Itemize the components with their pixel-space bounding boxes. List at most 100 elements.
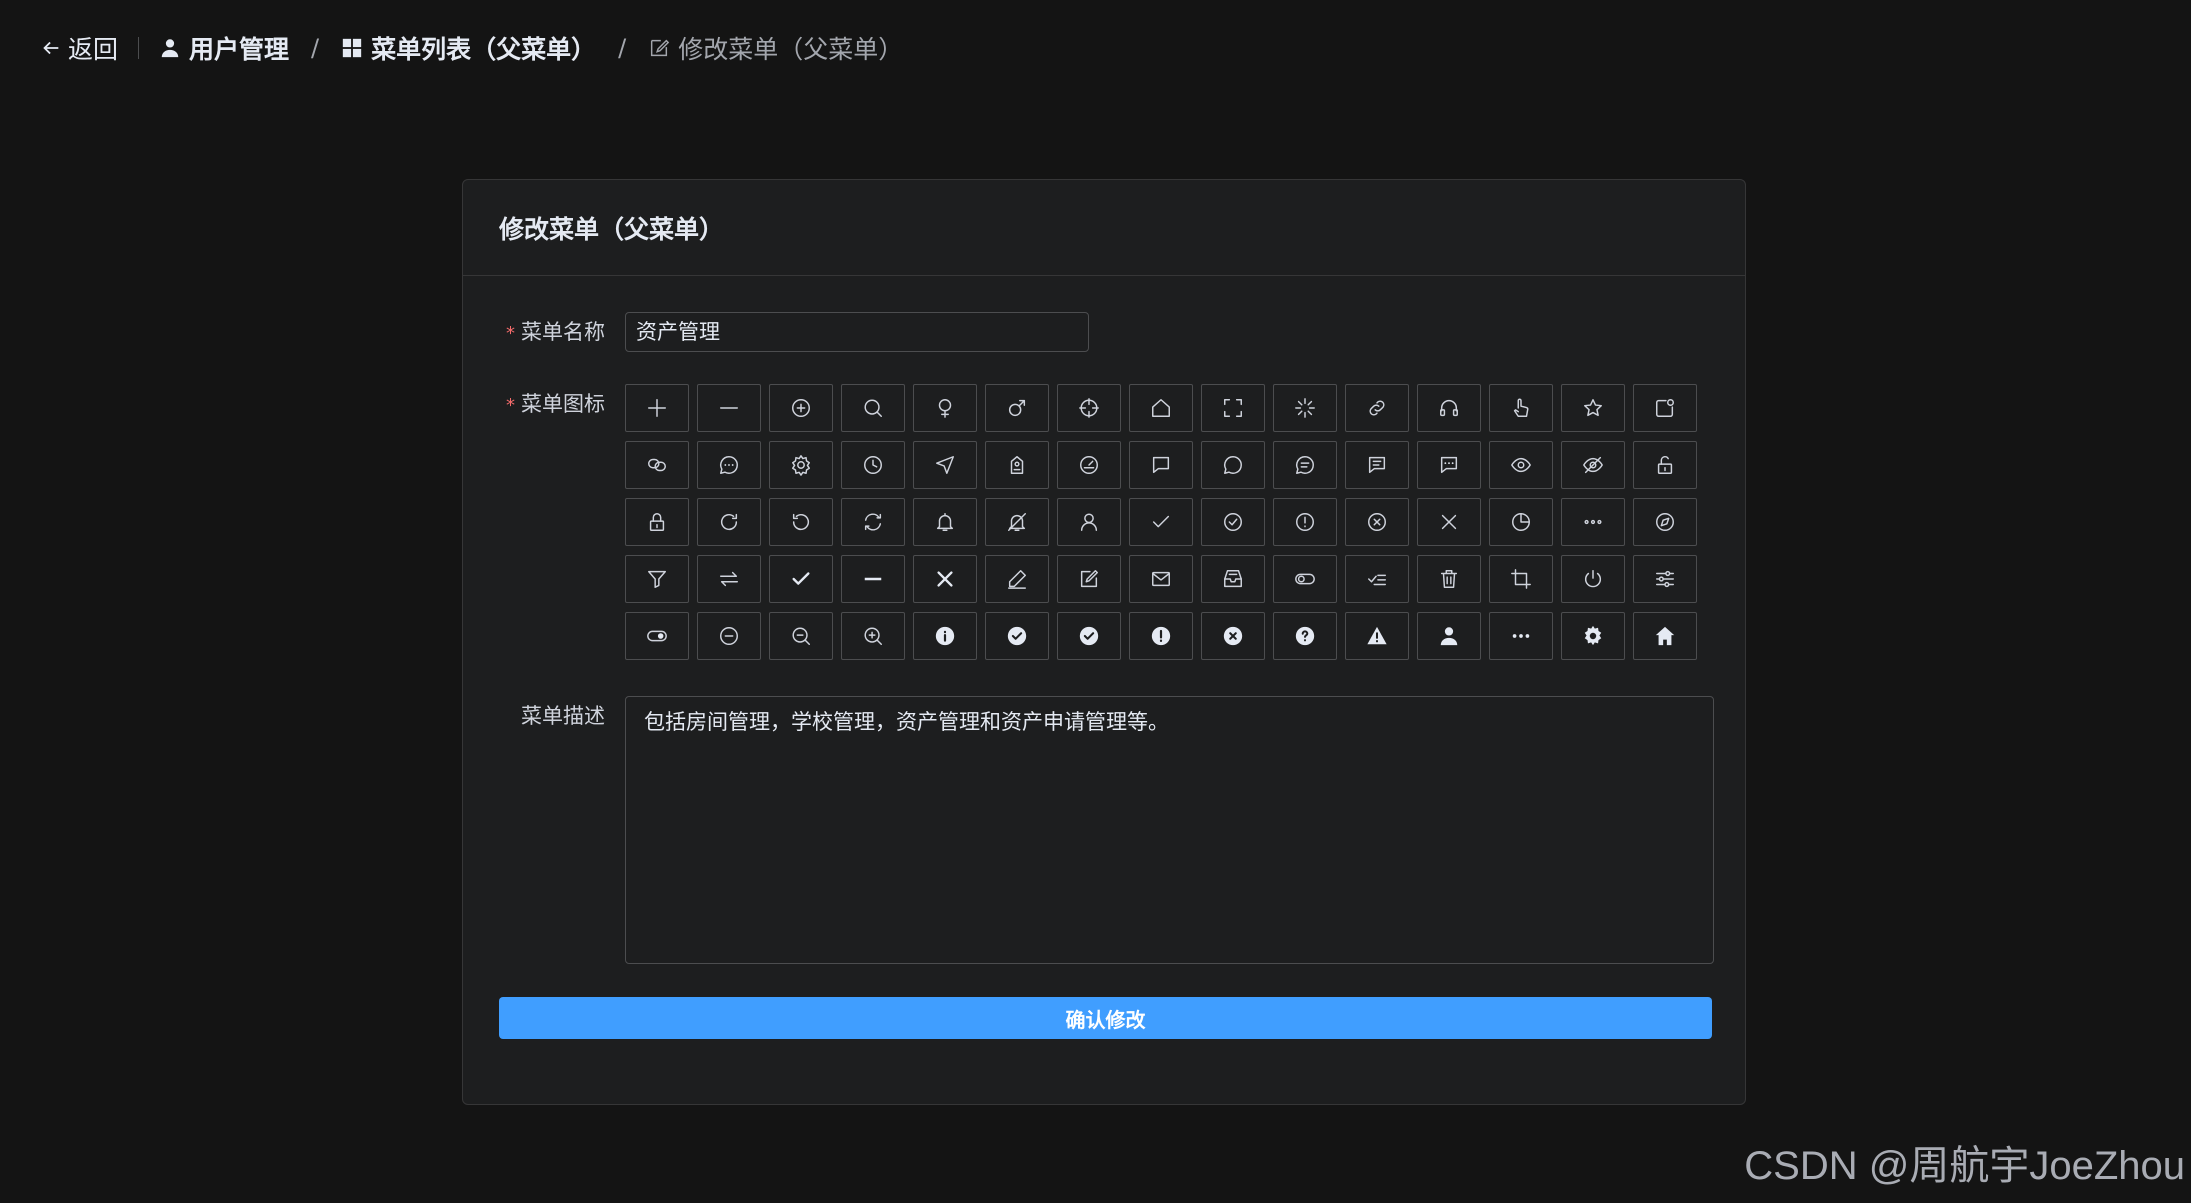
icon-option-zoom-in[interactable]	[841, 612, 905, 660]
odometer-icon	[1080, 456, 1098, 474]
icon-option-switch-button[interactable]	[1561, 555, 1625, 603]
icon-option-warn-triangle-filled[interactable]	[1345, 612, 1409, 660]
icon-option-male[interactable]	[985, 384, 1049, 432]
icon-option-circle-close-filled[interactable]	[1201, 612, 1265, 660]
icon-option-delete[interactable]	[1417, 555, 1481, 603]
icon-option-refresh-right[interactable]	[697, 498, 761, 546]
icon-option-more-filled[interactable]	[1489, 612, 1553, 660]
icon-option-circle-plus[interactable]	[769, 384, 833, 432]
icon-option-filter[interactable]	[625, 555, 689, 603]
crop-icon	[1511, 569, 1531, 589]
icon-option-discount[interactable]	[985, 441, 1049, 489]
icon-option-crop[interactable]	[1489, 555, 1553, 603]
icon-option-info-filled[interactable]	[913, 612, 977, 660]
icon-option-setting[interactable]	[769, 441, 833, 489]
chat-round-icon	[1224, 456, 1242, 474]
icon-option-minus[interactable]	[697, 384, 761, 432]
icon-option-chat-dot-square[interactable]	[1417, 441, 1481, 489]
hide-icon	[1583, 456, 1603, 474]
icon-option-semi-select[interactable]	[841, 555, 905, 603]
icon-option-switch[interactable]	[697, 555, 761, 603]
icon-option-turn-off[interactable]	[1273, 555, 1337, 603]
icon-option-question-filled[interactable]	[1273, 612, 1337, 660]
icon-option-chat-round[interactable]	[1201, 441, 1265, 489]
icon-option-user[interactable]	[1057, 498, 1121, 546]
icon-option-check[interactable]	[1129, 498, 1193, 546]
icon-option-plus[interactable]	[625, 384, 689, 432]
icon-option-star[interactable]	[1561, 384, 1625, 432]
icon-option-connection[interactable]	[625, 441, 689, 489]
icon-option-warning[interactable]	[1273, 498, 1337, 546]
icon-option-close[interactable]	[1417, 498, 1481, 546]
more-icon	[1584, 519, 1602, 525]
chat-dot-round-icon	[720, 456, 738, 474]
icon-option-home-filled[interactable]	[1633, 612, 1697, 660]
icon-option-chat-line-square[interactable]	[1345, 441, 1409, 489]
icon-option-refresh-left[interactable]	[769, 498, 833, 546]
icon-option-circle-close[interactable]	[1345, 498, 1409, 546]
filter-icon	[648, 570, 666, 588]
icon-option-operation[interactable]	[1633, 555, 1697, 603]
icon-option-open[interactable]	[625, 612, 689, 660]
icon-option-close-bold[interactable]	[913, 555, 977, 603]
icon-option-success-filled[interactable]	[1057, 612, 1121, 660]
icon-option-lock[interactable]	[625, 498, 689, 546]
icon-option-search[interactable]	[841, 384, 905, 432]
icon-option-clock[interactable]	[841, 441, 905, 489]
icon-option-select[interactable]	[769, 555, 833, 603]
circle-close-icon	[1368, 513, 1386, 531]
icon-option-warning-filled[interactable]	[1129, 612, 1193, 660]
icon-option-house[interactable]	[1129, 384, 1193, 432]
icon-option-pie-chart[interactable]	[1489, 498, 1553, 546]
search-icon	[864, 399, 882, 417]
icon-option-mute-notification[interactable]	[985, 498, 1049, 546]
confirm-edit-button[interactable]: 确认修改	[499, 997, 1712, 1039]
icon-option-tools[interactable]	[1561, 612, 1625, 660]
icon-option-chat-dot-round[interactable]	[697, 441, 761, 489]
icon-option-user-filled[interactable]	[1417, 612, 1481, 660]
user-filled-icon	[1440, 627, 1458, 646]
icon-option-edit-pen[interactable]	[985, 555, 1049, 603]
icon-option-finished[interactable]	[1345, 555, 1409, 603]
icon-option-pointer[interactable]	[1489, 384, 1553, 432]
icon-option-loading[interactable]	[1273, 384, 1337, 432]
icon-option-circle-check-filled[interactable]	[985, 612, 1049, 660]
menu-desc-textarea[interactable]: 包括房间管理，学校管理，资产管理和资产申请管理等。	[625, 696, 1714, 964]
select-icon	[792, 572, 810, 585]
icon-option-odometer[interactable]	[1057, 441, 1121, 489]
icon-option-female[interactable]	[913, 384, 977, 432]
menu-name-input[interactable]: 资产管理	[625, 312, 1089, 352]
breadcrumb-item-user-management[interactable]: 用户管理	[159, 30, 289, 66]
full-screen-icon	[1224, 399, 1242, 417]
icon-option-full-screen[interactable]	[1201, 384, 1265, 432]
icon-option-more[interactable]	[1561, 498, 1625, 546]
icon-option-chat-line-round[interactable]	[1273, 441, 1337, 489]
breadcrumb-separator: /	[618, 34, 627, 62]
icon-option-aim[interactable]	[1057, 384, 1121, 432]
icon-option-message-box[interactable]	[1201, 555, 1265, 603]
icon-option-service[interactable]	[1417, 384, 1481, 432]
icon-option-edit[interactable]	[1057, 555, 1121, 603]
icon-option-link[interactable]	[1345, 384, 1409, 432]
arrow-left-icon	[43, 41, 59, 55]
icon-option-circle-check[interactable]	[1201, 498, 1265, 546]
back-button[interactable]: 返回	[40, 30, 118, 66]
icon-option-bell[interactable]	[913, 498, 977, 546]
icon-option-compass[interactable]	[1633, 498, 1697, 546]
icon-option-zoom-out[interactable]	[769, 612, 833, 660]
icon-option-chat-square[interactable]	[1129, 441, 1193, 489]
circle-close-filled-icon	[1223, 626, 1243, 646]
icon-option-view[interactable]	[1489, 441, 1553, 489]
icon-option-refresh[interactable]	[841, 498, 905, 546]
icon-option-notification[interactable]	[1633, 384, 1697, 432]
watermark: CSDN @周航宇JoeZhou	[1744, 1144, 2185, 1188]
breadcrumb-item-menu-list[interactable]: 菜单列表（父菜单）	[341, 30, 596, 66]
icon-option-remove[interactable]	[697, 612, 761, 660]
icon-option-unlock[interactable]	[1633, 441, 1697, 489]
icon-option-message[interactable]	[1129, 555, 1193, 603]
icon-option-position[interactable]	[913, 441, 977, 489]
connection-icon	[648, 458, 666, 472]
icon-option-hide[interactable]	[1561, 441, 1625, 489]
clock-icon	[864, 456, 882, 474]
circle-check-icon	[1224, 513, 1242, 531]
